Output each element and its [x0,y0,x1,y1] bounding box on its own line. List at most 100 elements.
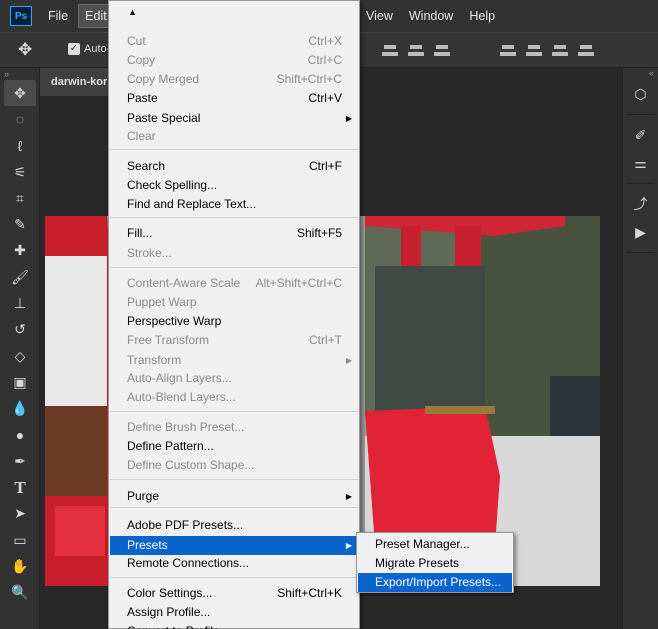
menu-item-label: Auto-Align Layers... [127,371,232,385]
menu-item-define-brush-preset[interactable]: Define Brush Preset... [110,418,358,437]
menu-item-copy[interactable]: Copy Ctrl+C [110,51,358,70]
menu-separator [110,577,358,578]
align-left-icon[interactable] [378,43,404,59]
stamp-icon[interactable]: ⊥ [0,290,40,316]
menu-item-label: Transform [127,353,182,367]
document-tab[interactable]: darwin-kor [40,68,112,96]
presets-submenu: Preset Manager... Migrate Presets Export/I… [356,532,514,593]
auto-select-checkbox[interactable]: ✓ [68,43,80,55]
marquee-icon[interactable]: ◌ [0,106,40,132]
type-icon[interactable]: T [0,474,40,500]
align-middle-icon[interactable] [522,43,548,59]
menu-item-auto-align-layers[interactable]: Auto-Align Layers... [110,369,358,388]
menu-item-fill[interactable]: Fill... Shift+F5 [110,224,358,243]
eraser-icon[interactable]: ◇ [0,343,40,369]
quick-select-icon[interactable]: ⚟ [0,159,40,185]
menu-item-color-settings[interactable]: Color Settings... Shift+Ctrl+K [110,584,358,603]
menu-item-auto-blend-layers[interactable]: Auto-Blend Layers... [110,388,358,407]
submenu-item-preset-manager[interactable]: Preset Manager... [358,535,512,554]
lasso-icon[interactable]: ℓ [0,133,40,159]
menu-item-label: Purge [127,489,160,503]
history-brush-icon[interactable]: ↺ [0,317,40,343]
crop-icon[interactable]: ⌗ [0,185,40,211]
3d-cube-icon[interactable]: ⬡ [623,80,658,108]
path-select-icon[interactable]: ➤ [0,501,40,527]
menu-item-label: Check Spelling... [127,178,218,192]
menu-item-copy-merged[interactable]: Copy Merged Shift+Ctrl+C [110,70,358,89]
adjustments-icon[interactable]: ⚌ [623,149,658,177]
menu-item-shortcut: Alt+Shift+Ctrl+C [255,276,342,290]
brush-settings-icon[interactable]: ✐ [623,121,658,149]
hand-icon[interactable]: ✋ [0,553,40,579]
menu-item-purge[interactable]: Purge ▶ [110,487,358,506]
menu-item-check-spelling[interactable]: Check Spelling... [110,176,358,195]
menu-item-clear[interactable]: Clear [110,127,358,146]
photoshop-window: Ps File Edit View Window Help ✥ ✓ Auto- … [0,0,658,629]
menu-separator [110,507,358,508]
menu-view[interactable]: View [360,5,399,27]
menu-item-label: Presets [127,538,168,552]
actions-play-icon[interactable]: ▶ [623,218,658,246]
eyedropper-icon[interactable]: ✎ [0,211,40,237]
menu-file[interactable]: File [42,5,74,27]
menu-item-label: Search [127,159,166,173]
menu-item-label: Fill... [127,226,153,240]
menu-item-stroke[interactable]: Stroke... [110,244,358,263]
align-top-icon[interactable] [496,43,522,59]
menu-window[interactable]: Window [403,5,459,27]
menu-item-label: Paste [127,91,158,105]
menu-item-label: Perspective Warp [127,314,222,328]
dodge-icon[interactable]: ● [0,422,40,448]
menu-help[interactable]: Help [463,5,501,27]
menu-item-paste[interactable]: Paste Ctrl+V [110,89,358,108]
menu-item-cut[interactable]: Cut Ctrl+X [110,32,358,51]
menu-item-shortcut: Ctrl+C [307,53,342,67]
distribute-icon[interactable] [574,43,600,59]
align-buttons [378,43,600,59]
menu-item-search[interactable]: Search Ctrl+F [110,157,358,176]
menu-item-label: Define Brush Preset... [127,420,245,434]
menu-item-define-pattern[interactable]: Define Pattern... [110,437,358,456]
submenu-arrow-icon: ▶ [345,492,352,501]
brush-icon[interactable]: 🖌 [0,264,40,290]
menu-item-adobe-pdf-presets[interactable]: Adobe PDF Presets... [110,516,358,535]
menu-item-content-aware-scale[interactable]: Content-Aware Scale Alt+Shift+Ctrl+C [110,274,358,293]
align-center-icon[interactable] [404,43,430,59]
menu-item-label: Stroke... [127,246,172,260]
menu-item-presets[interactable]: Presets ▶ [110,536,358,555]
healing-icon[interactable]: ✚ [0,238,40,264]
menu-item-label: Find and Replace Text... [127,197,257,211]
menu-item-label: Auto-Blend Layers... [127,390,236,404]
move-icon[interactable]: ✥ [4,80,36,107]
menu-item-label: Content-Aware Scale [127,276,241,290]
menu-item-shortcut: Ctrl+F [309,159,342,173]
submenu-arrow-icon: ▶ [345,541,352,550]
submenu-item-migrate-presets[interactable]: Migrate Presets [358,554,512,573]
menu-item-find-and-replace-text[interactable]: Find and Replace Text... [110,195,358,214]
align-bottom-icon[interactable] [548,43,574,59]
menu-item-puppet-warp[interactable]: Puppet Warp [110,293,358,312]
zoom-icon[interactable]: 🔍 [0,580,40,606]
menu-item-label: Assign Profile... [127,605,211,619]
align-right-icon[interactable] [430,43,456,59]
gradient-icon[interactable]: ▣ [0,369,40,395]
menu-item-shortcut: Shift+F5 [296,226,342,240]
submenu-item-export-import-presets[interactable]: Export/Import Presets... [358,573,512,592]
menu-item-free-transform[interactable]: Free Transform Ctrl+T [110,331,358,350]
collapse-icon[interactable]: « [623,68,658,80]
history-icon[interactable]: ⤴ [623,190,658,218]
menu-item-remote-connections[interactable]: Remote Connections... [110,554,358,573]
pen-icon[interactable]: ✒ [0,448,40,474]
menu-item-perspective-warp[interactable]: Perspective Warp [110,312,358,331]
submenu-arrow-icon: ▶ [345,114,352,123]
collapse-icon[interactable]: » [0,68,39,80]
menu-item-transform[interactable]: Transform ▶ [110,351,358,370]
move-tool-icon[interactable]: ✥ [18,40,32,60]
menu-scroll-up-icon[interactable]: ▲ [128,7,137,17]
menu-item-define-custom-shape[interactable]: Define Custom Shape... [110,456,358,475]
rectangle-icon[interactable]: ▭ [0,527,40,553]
blur-icon[interactable]: 💧 [0,396,40,422]
menu-item-paste-special[interactable]: Paste Special ▶ [110,109,358,128]
menu-item-convert-to-profile[interactable]: Convert to Profile... [110,622,358,629]
menu-item-assign-profile[interactable]: Assign Profile... [110,603,358,622]
